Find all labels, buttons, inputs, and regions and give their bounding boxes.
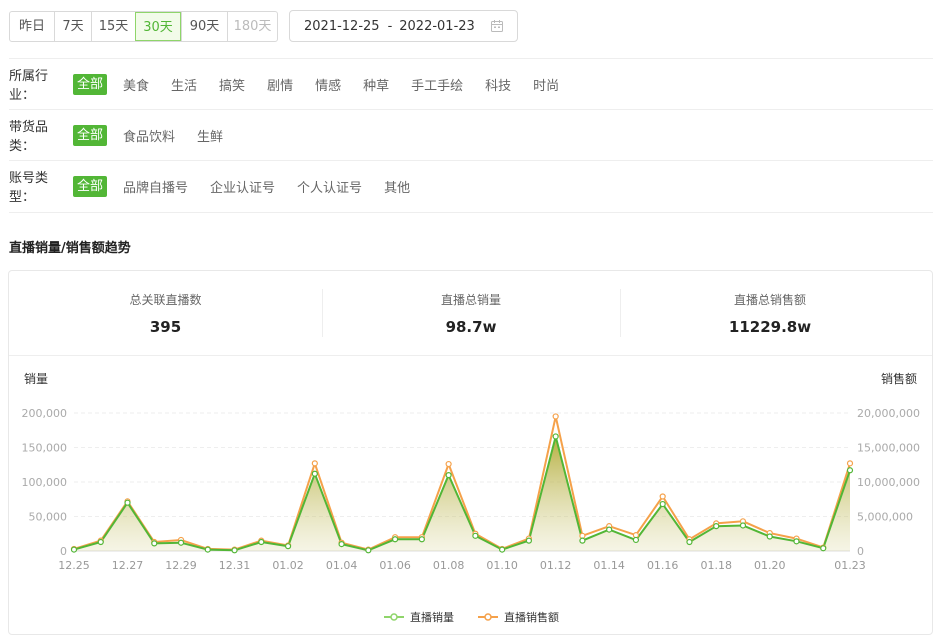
filter-option-other[interactable]: 其他 xyxy=(384,177,410,196)
range-button-15d[interactable]: 15天 xyxy=(91,12,135,41)
stat-value: 11229.8w xyxy=(728,318,812,336)
filter-option-fashion[interactable]: 时尚 xyxy=(533,75,559,94)
filter-option-funny[interactable]: 搞笑 xyxy=(219,75,245,94)
stats-bar: 总关联直播数 395 直播总销量 98.7w 直播总销售额 11229.8w xyxy=(9,271,932,356)
filter-category: 带货品类： 全部 食品饮料 生鲜 xyxy=(9,120,245,154)
date-separator: - xyxy=(387,18,393,34)
stat-value: 98.7w xyxy=(445,318,497,336)
filter-industry: 所属行业： 全部 美食 生活 搞笑 剧情 情感 种草 手工手绘 科技 时尚 xyxy=(9,69,581,103)
filter-option-brand[interactable]: 品牌自播号 xyxy=(123,177,188,196)
range-button-90d[interactable]: 90天 xyxy=(181,12,227,41)
filter-option-all[interactable]: 全部 xyxy=(73,175,108,197)
date-start: 2021-12-25 xyxy=(304,18,380,34)
trend-panel: 总关联直播数 395 直播总销量 98.7w 直播总销售额 11229.8w xyxy=(8,270,933,635)
filter-option-drama[interactable]: 剧情 xyxy=(267,75,293,94)
filter-label: 账号类型： xyxy=(9,171,49,205)
filter-option-all[interactable]: 全部 xyxy=(73,73,108,95)
filter-account-type: 账号类型： 全部 品牌自播号 企业认证号 个人认证号 其他 xyxy=(9,171,432,205)
range-button-7d[interactable]: 7天 xyxy=(54,12,91,41)
filter-option-food-drink[interactable]: 食品饮料 xyxy=(123,126,175,145)
stat-total-sales: 直播总销量 98.7w xyxy=(322,271,620,355)
range-button-yesterday[interactable]: 昨日 xyxy=(10,12,54,41)
divider xyxy=(9,212,933,213)
calendar-icon xyxy=(491,20,503,32)
filter-option-food[interactable]: 美食 xyxy=(123,75,149,94)
stat-label: 总关联直播数 xyxy=(129,293,202,307)
filter-option-recommend[interactable]: 种草 xyxy=(363,75,389,94)
filter-label: 所属行业： xyxy=(9,69,49,103)
filter-option-all[interactable]: 全部 xyxy=(73,124,108,146)
stat-value: 395 xyxy=(149,318,182,336)
section-title: 直播销量/销售额趋势 xyxy=(9,241,131,256)
stat-total-lives: 总关联直播数 395 xyxy=(9,271,322,355)
filter-option-personal[interactable]: 个人认证号 xyxy=(297,177,362,196)
date-end: 2022-01-23 xyxy=(399,18,475,34)
filter-label: 带货品类： xyxy=(9,120,49,154)
stat-label: 直播总销量 xyxy=(440,293,501,307)
date-range-picker[interactable]: 2021-12-25 - 2022-01-23 xyxy=(289,10,518,42)
filter-option-handcraft[interactable]: 手工手绘 xyxy=(411,75,463,94)
range-button-30d[interactable]: 30天 xyxy=(135,12,181,41)
filter-option-enterprise[interactable]: 企业认证号 xyxy=(210,177,275,196)
range-selector: 昨日 7天 15天 30天 90天 180天 xyxy=(9,11,278,42)
divider xyxy=(9,160,933,161)
divider xyxy=(9,58,933,59)
stat-label: 直播总销售额 xyxy=(733,293,806,307)
filter-option-life[interactable]: 生活 xyxy=(171,75,197,94)
stat-total-revenue: 直播总销售额 11229.8w xyxy=(620,271,920,355)
filter-option-emotion[interactable]: 情感 xyxy=(315,75,341,94)
filter-option-fresh[interactable]: 生鲜 xyxy=(197,126,223,145)
range-button-180d[interactable]: 180天 xyxy=(227,12,277,41)
filter-option-tech[interactable]: 科技 xyxy=(485,75,511,94)
divider xyxy=(9,109,933,110)
